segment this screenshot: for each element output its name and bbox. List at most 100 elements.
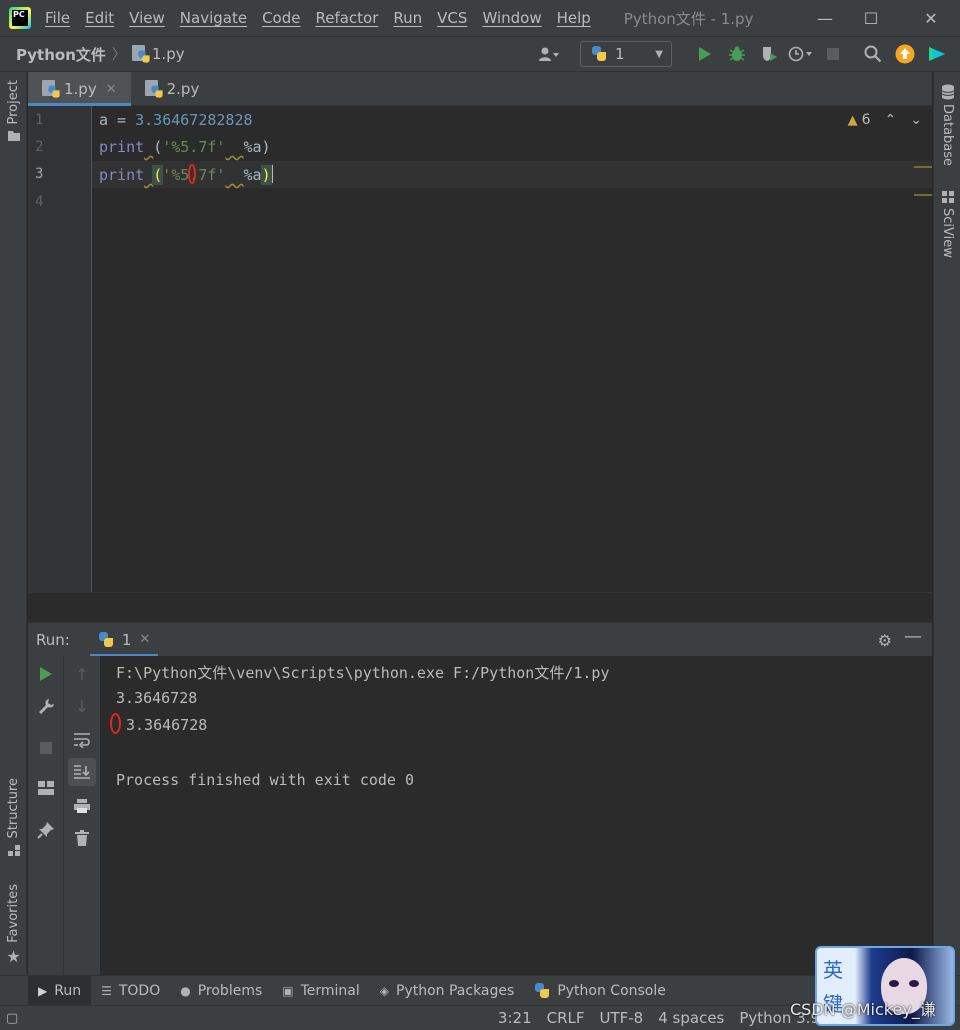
python-icon (591, 46, 607, 62)
todo-tool-label: TODO (118, 982, 161, 999)
up-stack-button[interactable]: ↑ (64, 660, 100, 688)
user-button[interactable] (532, 42, 566, 66)
menu-run[interactable]: Run (393, 9, 422, 27)
run-tool-button[interactable]: ▶ Run (28, 975, 92, 1006)
menu-window[interactable]: Window (482, 9, 541, 27)
close-window-button[interactable]: ✕ (908, 0, 954, 36)
database-tool-button[interactable]: Database (934, 84, 960, 166)
next-highlight-icon[interactable]: ⌄ (910, 112, 922, 128)
rerun-button[interactable] (28, 660, 64, 688)
favorites-tool-button[interactable]: Favorites ★ (0, 884, 27, 966)
stop-button[interactable] (820, 41, 846, 67)
project-tool-button[interactable]: Project (0, 80, 27, 142)
scroll-to-end-button[interactable] (68, 758, 96, 786)
number-literal: 3.36467282828 (135, 111, 253, 129)
menu-view[interactable]: View (129, 9, 165, 27)
problems-tool-button[interactable]: ● Problems (170, 976, 272, 1006)
terminal-icon: ▣ (282, 983, 294, 998)
menu-navigate[interactable]: Navigate (180, 9, 247, 27)
close-icon: ✕ (924, 8, 938, 28)
soft-wrap-button[interactable] (64, 726, 100, 754)
layout-button[interactable] (28, 774, 64, 802)
menu-vcs[interactable]: VCS (437, 9, 467, 27)
indent-setting[interactable]: 4 spaces (658, 1009, 724, 1027)
print-keyword: print (99, 166, 145, 184)
wrench-icon (39, 699, 54, 714)
info-icon: ● (180, 983, 191, 998)
line-separator[interactable]: CRLF (547, 1009, 585, 1027)
menu-refactor[interactable]: Refactor (315, 9, 378, 27)
stop-icon (827, 48, 839, 60)
breadcrumb-file[interactable]: 1.py (152, 45, 185, 63)
line-number: 4 (35, 194, 44, 210)
tab-label: 2.py (166, 80, 200, 98)
menu-file[interactable]: File (45, 9, 70, 27)
whitespace-warning (144, 138, 153, 156)
error-stripe-mark[interactable] (914, 166, 932, 168)
caret-position[interactable]: 3:21 (498, 1009, 532, 1027)
string-literal-part: '% (162, 166, 181, 184)
close-tab-icon[interactable]: ✕ (106, 82, 117, 97)
code-line-3[interactable]: print ('%5.7f' %a) (99, 165, 273, 185)
down-stack-button[interactable]: ↓ (64, 692, 100, 720)
panel-splitter[interactable] (28, 592, 932, 622)
print-button[interactable] (64, 792, 100, 820)
run-panel-title: Run: (36, 630, 70, 649)
format-args: %a (243, 166, 262, 184)
python-icon (98, 631, 114, 648)
console-output[interactable]: F:\Python文件\venv\Scripts\python.exe F:/P… (101, 656, 932, 975)
breadcrumb-project[interactable]: Python文件 (16, 44, 106, 65)
terminal-tool-label: Terminal (300, 982, 360, 999)
run-tab-1[interactable]: 1 ✕ (89, 623, 159, 657)
menu-edit[interactable]: Edit (85, 9, 114, 27)
code-editor[interactable]: 1 2 3 4 a = 3.36467282828 print ('%5.7f'… (28, 106, 932, 592)
sciview-icon (941, 191, 954, 203)
previous-highlight-icon[interactable]: ⌃ (885, 112, 897, 128)
whitespace-warning (144, 166, 153, 184)
minimize-panel-icon[interactable]: — (904, 626, 922, 647)
run-button[interactable] (692, 41, 718, 67)
printer-icon (74, 799, 90, 813)
stop-icon (40, 742, 52, 754)
menu-code[interactable]: Code (262, 9, 300, 27)
pin-tab-button[interactable] (28, 816, 64, 844)
run-configuration-select[interactable]: 1 ▼ (580, 41, 672, 67)
error-stripe-mark[interactable] (914, 194, 932, 196)
maximize-button[interactable]: ☐ (848, 0, 894, 36)
file-encoding[interactable]: UTF-8 (600, 1009, 644, 1027)
python-console-tool-button[interactable]: Python Console (524, 976, 676, 1006)
python-packages-tool-button[interactable]: ◈ Python Packages (370, 976, 525, 1006)
code-line-1[interactable]: a = 3.36467282828 (99, 111, 253, 129)
code-line-2[interactable]: print ('%5.7f' %a) (99, 138, 271, 156)
close-tab-icon[interactable]: ✕ (139, 632, 150, 647)
star-icon: ★ (6, 946, 21, 966)
search-everywhere-button[interactable] (860, 41, 886, 67)
sciview-tool-button[interactable]: SciView (934, 190, 960, 258)
coverage-button[interactable] (756, 41, 782, 67)
layers-icon: ◈ (379, 983, 389, 998)
inspection-widget[interactable]: ▲ 6 ⌃ ⌄ (848, 112, 922, 128)
jetbrains-toolbox-button[interactable] (924, 41, 950, 67)
tab-1-py[interactable]: 1.py ✕ (28, 72, 131, 106)
gear-icon[interactable]: ⚙ (878, 631, 892, 650)
structure-tool-button[interactable]: Structure (0, 778, 27, 858)
matched-close-paren: ) (260, 165, 272, 185)
menu-help[interactable]: Help (557, 9, 591, 27)
profile-button[interactable] (788, 41, 814, 67)
todo-tool-button[interactable]: ☰ TODO (91, 976, 170, 1006)
bug-icon (729, 46, 745, 61)
minimize-button[interactable]: — (802, 0, 848, 36)
clear-all-button[interactable] (64, 824, 100, 852)
console-line: F:\Python文件\venv\Scripts\python.exe F:/P… (116, 664, 610, 682)
edit-configuration-button[interactable] (28, 692, 64, 720)
console-line: Process finished with exit code 0 (116, 771, 415, 789)
editor-tabs: 1.py ✕ 2.py (28, 72, 932, 106)
tool-windows-toggle-icon[interactable]: ▢ (6, 1011, 18, 1026)
stop-button[interactable] (28, 734, 64, 762)
update-button[interactable] (892, 41, 918, 67)
terminal-tool-button[interactable]: ▣ Terminal (272, 976, 370, 1006)
line-number-gutter[interactable]: 1 2 3 4 (28, 106, 92, 592)
window-title: Python文件 - 1.py (623, 9, 754, 28)
tab-2-py[interactable]: 2.py (131, 72, 214, 106)
debug-button[interactable] (724, 41, 750, 67)
